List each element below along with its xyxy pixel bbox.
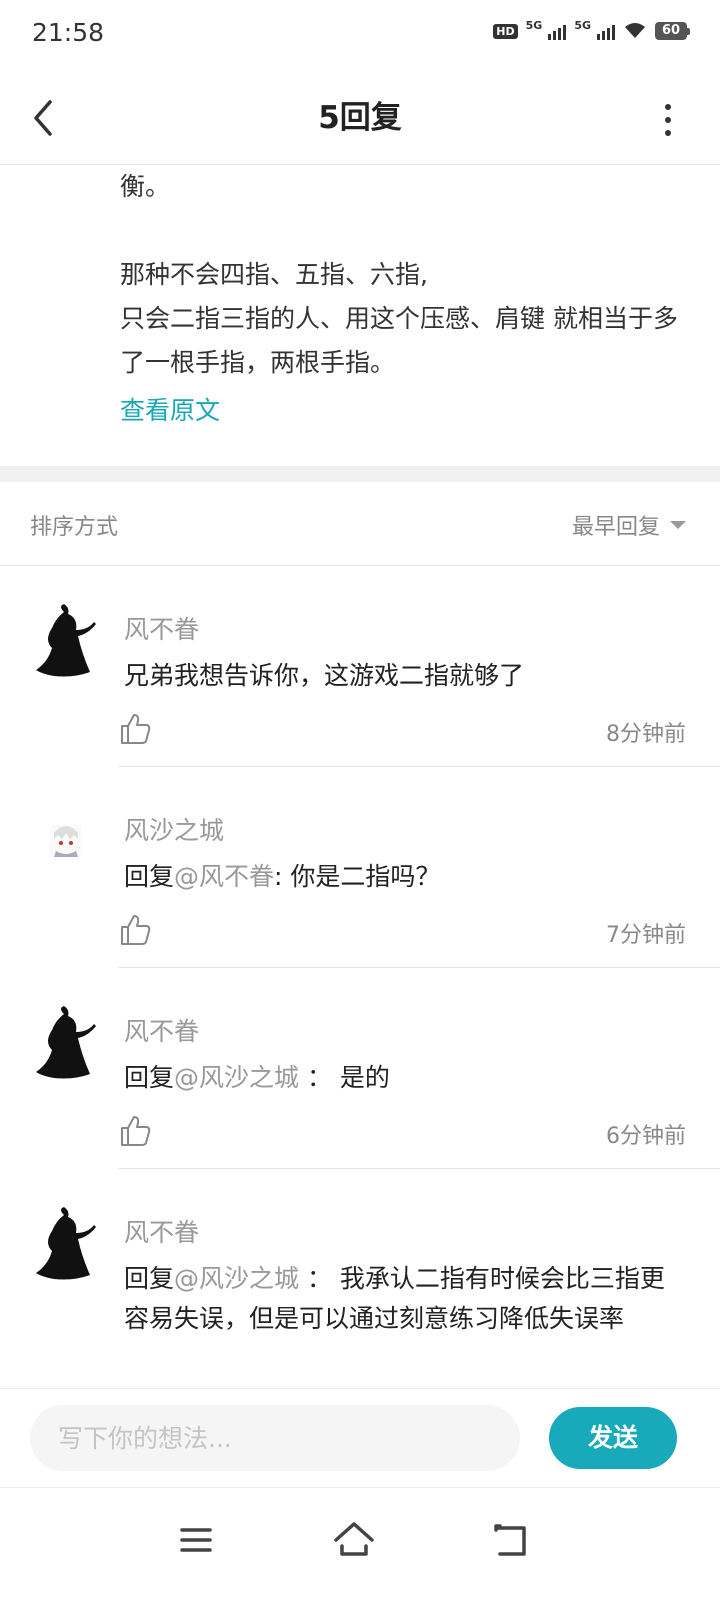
- signal-icon: [597, 22, 615, 40]
- comment-input[interactable]: [30, 1405, 520, 1471]
- reply-text: 回复@风沙之城 ： 是的: [124, 1058, 684, 1098]
- avatar[interactable]: [34, 1006, 98, 1086]
- send-button[interactable]: 发送: [549, 1407, 677, 1469]
- reply-mention[interactable]: @风沙之城: [174, 1264, 299, 1293]
- original-post: 衡。 那种不会四指、五指、六指, 只会二指三指的人、用这个压感、肩键 就相当于多…: [0, 165, 720, 465]
- system-nav-bar: [0, 1487, 720, 1601]
- status-time: 21:58: [32, 18, 105, 47]
- reply-body: ： 是的: [299, 1063, 390, 1092]
- battery-icon: 60: [655, 22, 690, 40]
- sort-bar: 排序方式 最早回复: [0, 483, 720, 566]
- reply-text: 兄弟我想告诉你，这游戏二指就够了: [124, 656, 684, 696]
- reply-text: 回复@风不眷: 你是二指吗？: [124, 857, 684, 897]
- reply-body: 兄弟我想告诉你，这游戏二指就够了: [124, 661, 525, 690]
- reply-author[interactable]: 风不眷: [124, 1213, 199, 1249]
- network-type-1: 5G: [525, 18, 543, 32]
- more-vertical-icon: [665, 104, 671, 110]
- page-title: 5回复: [318, 100, 402, 136]
- thumbs-up-icon[interactable]: [118, 712, 152, 746]
- reply-time: 8分钟前: [606, 722, 686, 747]
- original-post-line: 只会二指三指的人、用这个压感、肩键 就相当于多了一根手指，两根手指。: [120, 304, 678, 377]
- sort-selected: 最早回复: [571, 515, 660, 540]
- avatar[interactable]: [34, 1207, 98, 1287]
- signal-icon: [548, 22, 567, 40]
- view-original-link[interactable]: 查看原文: [120, 391, 220, 427]
- menu-icon[interactable]: [172, 1516, 220, 1564]
- status-icons: HD 5G 5G 60: [493, 18, 690, 40]
- thumbs-up-icon[interactable]: [118, 1114, 152, 1148]
- reply-time: 7分钟前: [606, 923, 686, 948]
- reply-mention[interactable]: @风沙之城: [174, 1063, 299, 1092]
- more-options-button[interactable]: [656, 96, 680, 144]
- reply-mention[interactable]: @风不眷: [174, 862, 274, 891]
- thumbs-up-icon[interactable]: [118, 913, 152, 947]
- reply-prefix: 回复: [124, 1063, 175, 1092]
- battery-level: 60: [655, 22, 687, 40]
- avatar[interactable]: [34, 805, 98, 885]
- app-header: 5回复: [0, 72, 720, 165]
- reply-prefix: 回复: [124, 862, 175, 891]
- sort-dropdown[interactable]: 最早回复: [572, 509, 686, 541]
- comment-bar: 发送: [0, 1388, 720, 1487]
- reply-prefix: 回复: [124, 1264, 175, 1293]
- sort-label: 排序方式: [30, 515, 119, 540]
- reply-item: 风不眷 回复@风沙之城 ： 我承认二指有时候会比三指更容易失误，但是可以通过刻意…: [0, 1169, 720, 1409]
- reply-author[interactable]: 风不眷: [124, 610, 199, 646]
- reply-item: 风不眷 回复@风沙之城 ： 是的 6分钟前: [0, 968, 720, 1169]
- avatar[interactable]: [34, 604, 98, 684]
- reply-author[interactable]: 风不眷: [124, 1012, 199, 1048]
- network-type-2: 5G: [574, 18, 591, 32]
- wifi-icon: [625, 23, 645, 38]
- reply-text: 回复@风沙之城 ： 我承认二指有时候会比三指更容易失误，但是可以通过刻意练习降低…: [124, 1259, 684, 1339]
- reply-body: : 你是二指吗？: [274, 862, 441, 891]
- home-icon[interactable]: [330, 1516, 378, 1564]
- back-nav-icon[interactable]: [488, 1516, 536, 1564]
- caret-down-icon: [670, 521, 686, 529]
- status-bar: 21:58 HD 5G 5G 60: [0, 0, 720, 72]
- original-post-text: 衡。 那种不会四指、五指、六指, 只会二指三指的人、用这个压感、肩键 就相当于多…: [120, 165, 690, 385]
- reply-item: 风沙之城 回复@风不眷: 你是二指吗？ 7分钟前: [0, 767, 720, 968]
- reply-time: 6分钟前: [606, 1124, 686, 1149]
- original-post-line: 衡。: [120, 172, 171, 201]
- original-post-line: 那种不会四指、五指、六指,: [120, 260, 428, 289]
- original-post-line: [120, 209, 690, 253]
- reply-item: 风不眷 兄弟我想告诉你，这游戏二指就够了 8分钟前: [0, 566, 720, 767]
- section-divider: [0, 466, 720, 482]
- reply-list: 风不眷 兄弟我想告诉你，这游戏二指就够了 8分钟前 风沙之城 回复@风不眷: 你…: [0, 566, 720, 1409]
- hd-badge: HD: [493, 23, 518, 39]
- reply-author[interactable]: 风沙之城: [124, 811, 224, 847]
